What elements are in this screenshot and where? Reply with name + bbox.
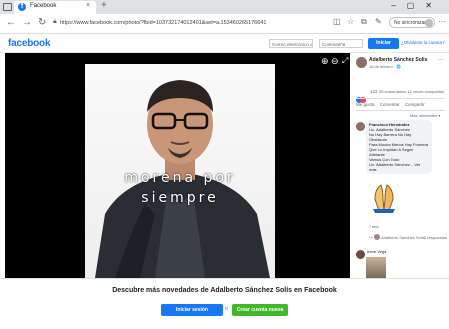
post-author-name[interactable]: Adalberto Sánchez Solis [369,57,427,63]
menu-icon[interactable]: ··· [438,17,446,26]
refresh-icon[interactable]: ↻ [38,17,46,28]
address-bar-url[interactable]: https://www.facebook.com/photo/?fbid=103… [60,18,330,28]
comment-image[interactable] [366,257,386,278]
forgot-account-link[interactable]: ¿Olvidaste la cuenta? [401,40,445,45]
profile-button[interactable]: No sincronizado [389,17,435,28]
author-avatar[interactable] [356,57,367,68]
profile-avatar-icon [425,19,433,27]
collections-icon[interactable]: ⧉ [361,17,367,27]
zoom-in-icon[interactable]: ⊕ [321,56,329,67]
comment-bubble: Francisco Hernández Lic. Adalberto Sánch… [366,120,432,174]
comment-sort-dropdown[interactable]: Más relevantes ▾ [410,113,440,118]
banner-login-button[interactable]: Iniciar sesión [161,304,223,316]
post-date[interactable]: 16 de febrero · 🌐 [369,64,401,69]
close-tab-icon[interactable]: × [86,2,90,9]
window-controls[interactable]: –▢✕ [391,1,443,10]
post-photo[interactable]: morena por siempre [85,64,275,278]
commenter-name[interactable]: Irene Vega [367,249,386,254]
extensions-icon[interactable]: ✎ [375,17,382,26]
comment-line: Que Lo Impidan A Seguir Adelante [369,147,414,157]
photo-caption-line-1: morena por [124,170,236,186]
post-stats[interactable]: 35 comentarios 12 veces compartido [379,89,444,94]
browser-tab-facebook[interactable]: f Facebook × [14,1,96,14]
fullscreen-icon[interactable]: ⤢ [342,56,348,66]
email-field[interactable]: Correo electrónico o tel [269,39,313,48]
divider [356,98,445,99]
praying-hands-sticker-icon [373,184,395,213]
banner-title: Descubre más novedades de Adalberto Sánc… [112,287,337,294]
tracking-icon[interactable]: ◫ [333,17,341,26]
lock-icon[interactable]: 🔒︎ [53,18,57,26]
create-account-button[interactable]: Crear cuenta nueva [232,304,288,316]
login-banner: Descubre más novedades de Adalberto Sánc… [0,278,449,329]
facebook-logo[interactable]: facebook [8,38,51,49]
zoom-out-icon[interactable]: ⊖ [331,56,339,67]
share-button[interactable]: Compartir [405,102,425,107]
post-actions: Me gusta Comentar Compartir [356,102,446,107]
like-button[interactable]: Me gusta [356,102,375,107]
comment-button[interactable]: Comentar [380,102,400,107]
reply-count-link[interactable]: 2 respuestas [424,235,447,240]
login-button[interactable]: Iniciar sesión [368,38,399,57]
comment-time[interactable]: 7 sem [369,225,379,229]
commenter-avatar[interactable] [356,250,365,259]
comment-line: No Hay Barrera No Hay Obstáculo [369,132,412,142]
tab-title: Facebook [30,3,57,9]
password-field[interactable]: Contraseña [319,39,363,48]
reply-author-avatar [374,234,380,240]
facebook-favicon-icon: f [18,3,26,11]
forward-icon[interactable]: → [22,17,32,28]
facebook-header: facebook Correo electrónico o tel Contra… [0,34,449,57]
reply-author-name[interactable]: Adalberto Sánchez Solís [381,235,425,240]
photo-viewer: morena por siempre ⊕ ⊖ ⤢ [5,53,350,278]
new-tab-button[interactable]: + [101,0,107,11]
back-icon[interactable]: ← [6,17,16,28]
divider [356,110,445,111]
reply-arrow-icon: ↪ [369,235,373,240]
commenter-avatar[interactable] [356,122,365,131]
reaction-icons[interactable] [356,90,370,103]
tab-actions-icon[interactable] [3,3,12,11]
photo-caption-line-2: siempre [141,190,219,206]
favorite-icon[interactable]: ☆ [347,17,354,26]
comment-line-see-more[interactable]: Lic. Adalberto Sánchez... Ver más [369,162,429,172]
banner-or-text: o [225,306,228,312]
browser-tab-bar: f Facebook × + –▢✕ [0,0,449,14]
more-options-icon[interactable]: ··· [438,57,444,63]
reaction-count[interactable]: 122 [370,89,378,94]
browser-toolbar: ← → ↻ 🔒︎ https://www.facebook.com/photo/… [0,14,449,34]
post-details-panel: Adalberto Sánchez Solis 16 de febrero · … [352,53,449,278]
